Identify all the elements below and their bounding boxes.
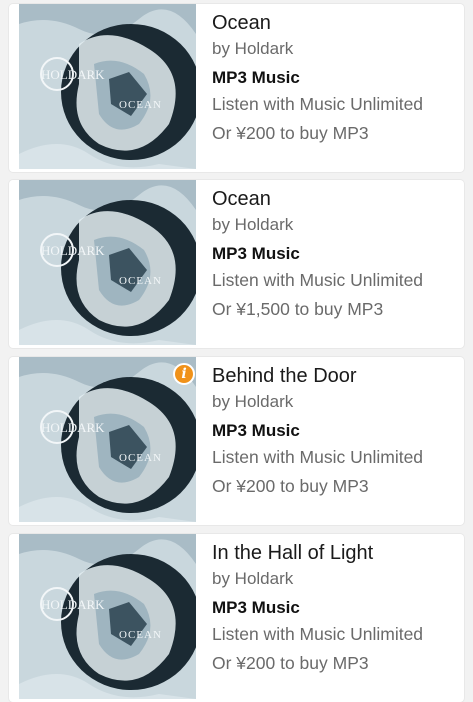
item-unlimited[interactable]: Listen with Music Unlimited [212,621,462,647]
item-unlimited[interactable]: Listen with Music Unlimited [212,267,462,293]
album-cover-art: HOLDARK OCEAN [19,4,196,169]
album-cover[interactable]: HOLDARK OCEAN [19,534,196,699]
item-format: MP3 Music [212,68,300,87]
item-price[interactable]: Or ¥1,500 to buy MP3 [212,296,462,322]
cover-album-text: OCEAN [119,629,162,641]
item-unlimited[interactable]: Listen with Music Unlimited [212,444,462,470]
item-format: MP3 Music [212,598,300,617]
item-price[interactable]: Or ¥200 to buy MP3 [212,473,462,499]
list-item[interactable]: HOLDARK OCEAN Ocean by Holdark MP3 Music… [9,180,464,348]
cover-album-text: OCEAN [119,275,162,287]
list-item[interactable]: HOLDARK OCEAN Ocean by Holdark MP3 Music… [9,4,464,172]
cover-album-text: OCEAN [119,99,162,111]
info-icon[interactable]: i [173,363,195,385]
item-artist[interactable]: by Holdark [212,36,462,62]
item-unlimited[interactable]: Listen with Music Unlimited [212,91,462,117]
item-artist[interactable]: by Holdark [212,212,462,238]
item-format: MP3 Music [212,421,300,440]
album-cover-art: HOLDARK OCEAN [19,534,196,699]
list-item[interactable]: HOLDARK OCEAN i Behind the Door by Holda… [9,357,464,525]
item-format: MP3 Music [212,244,300,263]
cover-album-text: OCEAN [119,452,162,464]
item-title[interactable]: Behind the Door [212,363,462,389]
album-cover-art: HOLDARK OCEAN [19,180,196,345]
album-cover[interactable]: HOLDARK OCEAN [19,357,196,522]
album-cover[interactable]: HOLDARK OCEAN [19,180,196,345]
album-cover-art: HOLDARK OCEAN [19,357,196,522]
item-artist[interactable]: by Holdark [212,566,462,592]
list-item[interactable]: HOLDARK OCEAN In the Hall of Light by Ho… [9,534,464,702]
item-artist[interactable]: by Holdark [212,389,462,415]
item-price[interactable]: Or ¥200 to buy MP3 [212,120,462,146]
album-cover[interactable]: HOLDARK OCEAN [19,4,196,169]
item-price[interactable]: Or ¥200 to buy MP3 [212,650,462,676]
cover-logo-text: HOLDARK [41,420,105,435]
item-title[interactable]: Ocean [212,10,462,36]
cover-logo-text: HOLDARK [41,597,105,612]
cover-logo-text: HOLDARK [41,243,105,258]
item-title[interactable]: In the Hall of Light [212,540,462,566]
item-title[interactable]: Ocean [212,186,462,212]
results-list: HOLDARK OCEAN Ocean by Holdark MP3 Music… [0,0,473,702]
cover-logo-text: HOLDARK [41,67,105,82]
